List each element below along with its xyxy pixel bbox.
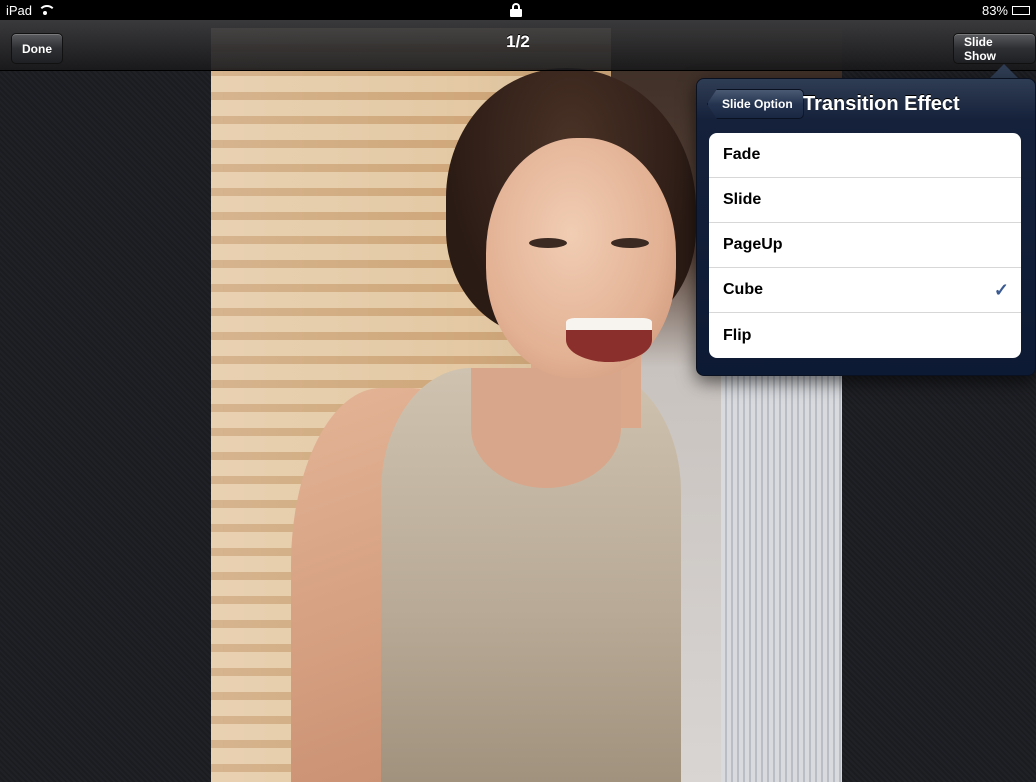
photo-woman-neckline <box>471 368 621 488</box>
status-right: 83% <box>982 3 1030 18</box>
wifi-icon <box>38 5 57 15</box>
popover-arrow <box>989 64 1019 79</box>
option-flip[interactable]: Flip <box>709 313 1021 358</box>
device-name: iPad <box>6 2 33 18</box>
option-label: PageUp <box>723 236 783 253</box>
option-slide[interactable]: Slide <box>709 178 1021 223</box>
battery-icon <box>1012 5 1030 15</box>
status-left: iPad <box>6 2 57 18</box>
popover-title: Transition Effect <box>803 93 960 115</box>
photo-man-shirt <box>721 368 842 782</box>
option-label: Cube <box>723 281 763 298</box>
option-pageup[interactable]: PageUp <box>709 223 1021 268</box>
done-button[interactable]: Done <box>11 33 63 64</box>
photo-woman-smile <box>566 318 652 362</box>
option-cube[interactable]: Cube ✓ <box>709 268 1021 313</box>
photo-woman-left-eye <box>529 238 567 248</box>
lock-icon <box>510 3 522 17</box>
slide-option-back-button[interactable]: Slide Option <box>707 89 804 119</box>
option-label: Fade <box>723 146 761 163</box>
lock-body <box>510 9 522 17</box>
page-title: 1/2 <box>506 32 530 51</box>
navigation-bar: 1/2 Done Slide Show <box>0 20 1036 71</box>
slide-show-button[interactable]: Slide Show <box>953 33 1036 64</box>
left-background-panel <box>0 28 211 782</box>
photo-woman-right-eye <box>611 238 649 248</box>
option-label: Slide <box>723 191 762 208</box>
transition-options-list: Fade Slide PageUp Cube ✓ Flip <box>709 133 1021 358</box>
option-label: Flip <box>723 326 752 344</box>
option-fade[interactable]: Fade <box>709 133 1021 178</box>
photo-viewer-screen: iPad 83% 1/2 Done Slide Show Slide Optio… <box>0 0 1036 782</box>
transition-effect-popover: Slide Option Transition Effect Fade Slid… <box>696 78 1036 376</box>
battery-percent: 83% <box>981 2 1008 18</box>
checkmark-icon: ✓ <box>993 280 1009 300</box>
